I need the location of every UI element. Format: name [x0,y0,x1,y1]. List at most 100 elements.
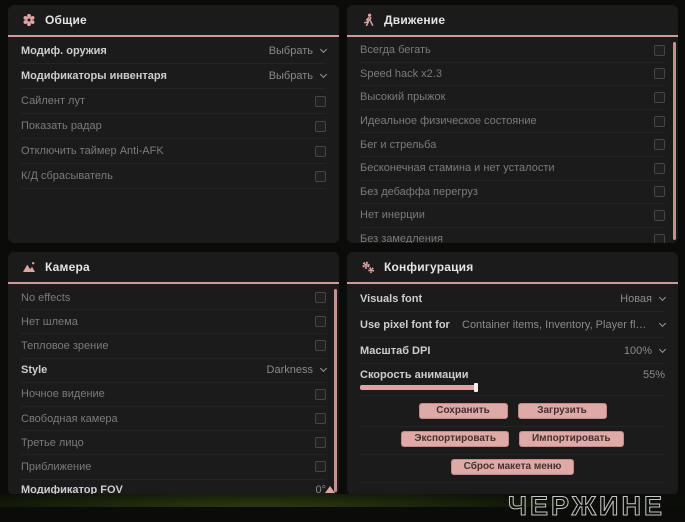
row-line: Идеальное физическое состояние [360,110,665,133]
row-label: Скорость анимации [360,368,469,381]
dropdown[interactable]: Выбрать [268,45,328,57]
gears-icon [361,260,375,274]
checkbox[interactable] [654,209,665,221]
row-line: Показать радар [21,114,326,138]
row-label: Третье лицо [21,436,84,449]
checkbox[interactable] [315,413,326,425]
row-line: Use pixel font for Container items, Inven… [360,312,667,337]
row-checkbox: Тепловое зрение [21,334,326,359]
row-label: Visuals font [360,292,423,305]
row-label: Нет шлема [21,315,78,328]
dropdown-value: Container items, Inventory, Player flags… [462,318,652,331]
dropdown[interactable]: 100% [624,345,667,357]
row-label: Приближение [21,460,92,473]
checkbox[interactable] [654,115,665,127]
row-line: Нет шлема [21,310,326,333]
dropdown[interactable]: Новая [620,292,667,305]
dropdown-value: Выбрать [268,45,313,57]
button-row: Сохранить Загрузить [360,399,665,427]
row-label: Модиф. оружия [21,45,107,57]
button-row: Сброс макета меню [360,455,665,483]
slider-fill [360,385,476,390]
button-row: Экспортировать Импортировать [360,427,665,455]
reset-menu-layout-button[interactable]: Сброс макета меню [450,459,575,475]
row-checkbox: Нет шлема [21,310,326,335]
slider[interactable] [360,383,570,392]
import-button[interactable]: Импортировать [518,431,624,447]
mountain-photo-icon [22,260,36,274]
camera-rows: No effects Нет шлема Тепловое зрение Style D… [8,284,339,495]
row-line: Нет инерции [360,204,665,227]
row-checkbox: No effects [21,286,326,311]
row-label: Нет инерции [360,209,425,222]
dropdown[interactable]: Выбрать [269,70,328,82]
checkbox[interactable] [315,388,326,400]
chevron-down-icon [658,293,667,301]
row-label: Style [21,364,48,377]
checkbox[interactable] [654,162,665,174]
row-checkbox: Сайлент лут [21,89,326,114]
row-line: Всегда бегать [360,39,665,62]
panel-config: Конфигурация Visuals font Новая Use pixel … [347,252,678,495]
load-button[interactable]: Загрузить [517,403,607,419]
row-label: Без замедления [360,233,443,243]
row-label: Высокий прыжок [360,91,446,104]
checkbox[interactable] [315,120,326,132]
checkbox[interactable] [654,139,665,151]
row-dropdown: Visuals font Новая [360,286,667,312]
checkbox[interactable] [315,316,326,328]
row-label: Показать радар [21,120,102,132]
panel-title: Конфигурация [384,260,474,274]
row-line: Модификатор FOV 0° [21,480,326,496]
row-checkbox: Отключить таймер Anti-AFK [21,139,326,164]
row-label: Идеальное физическое состояние [360,115,537,128]
dropdown-value: Новая [620,292,652,305]
row-line: Отключить таймер Anti-AFK [21,139,326,163]
panel-movement-header: Движение [347,5,678,37]
checkbox[interactable] [654,186,665,198]
scrollbar[interactable] [334,289,337,492]
dropdown-value: Darkness [266,364,313,377]
row-line: Без замедления [360,228,665,243]
checkbox[interactable] [315,95,326,107]
row-label: К/Д сбрасыватель [21,170,113,182]
checkbox[interactable] [654,233,665,243]
chevron-down-icon [319,365,328,373]
row-line: Бесконечная стамина и нет усталости [360,157,665,180]
row-checkbox: Третье лицо [21,431,326,456]
resize-handle[interactable] [325,486,335,493]
checkbox[interactable] [315,437,326,449]
panel-general: Общие Модиф. оружия Выбрать Модификаторы и… [8,5,339,243]
scrollbar[interactable] [673,42,676,240]
row-dropdown: Use pixel font for Container items, Inven… [360,312,667,338]
row-line: Модификаторы инвентаря Выбрать [21,64,328,88]
row-line: Модиф. оружия Выбрать [21,39,328,63]
checkbox[interactable] [315,340,326,352]
row-line: Ночное видение [21,383,326,406]
checkbox[interactable] [315,292,326,304]
checkbox[interactable] [654,68,665,80]
row-line: Высокий прыжок [360,86,665,109]
checkbox[interactable] [654,91,665,103]
save-button[interactable]: Сохранить [418,403,508,419]
row-line: Бег и стрельба [360,133,665,156]
row-line: Свободная камера [21,407,326,430]
row-checkbox: Ночное видение [21,383,326,407]
slider-handle[interactable] [473,383,478,392]
row-checkbox: Бесконечная стамина и нет усталости [360,157,665,181]
checkbox[interactable] [654,44,665,56]
row-checkbox: Без дебаффа перегруз [360,181,665,205]
export-button[interactable]: Экспортировать [401,431,509,447]
checkbox[interactable] [315,145,326,157]
checkbox[interactable] [315,461,326,473]
dropdown[interactable]: Darkness [266,364,328,377]
panel-camera: Камера No effects Нет шлема Тепловое зрени… [8,252,339,495]
config-buttons: Сохранить Загрузить Экспортировать Импортир… [347,396,678,483]
gear-flower-icon [22,13,36,27]
row-label: Speed hack x2.3 [360,67,442,80]
row-label: Тепловое зрение [21,339,109,352]
dropdown[interactable]: Container items, Inventory, Player flags… [462,318,667,331]
runner-icon [361,13,375,27]
checkbox[interactable] [315,170,326,182]
row-dropdown: Модификаторы инвентаря Выбрать [21,64,328,89]
